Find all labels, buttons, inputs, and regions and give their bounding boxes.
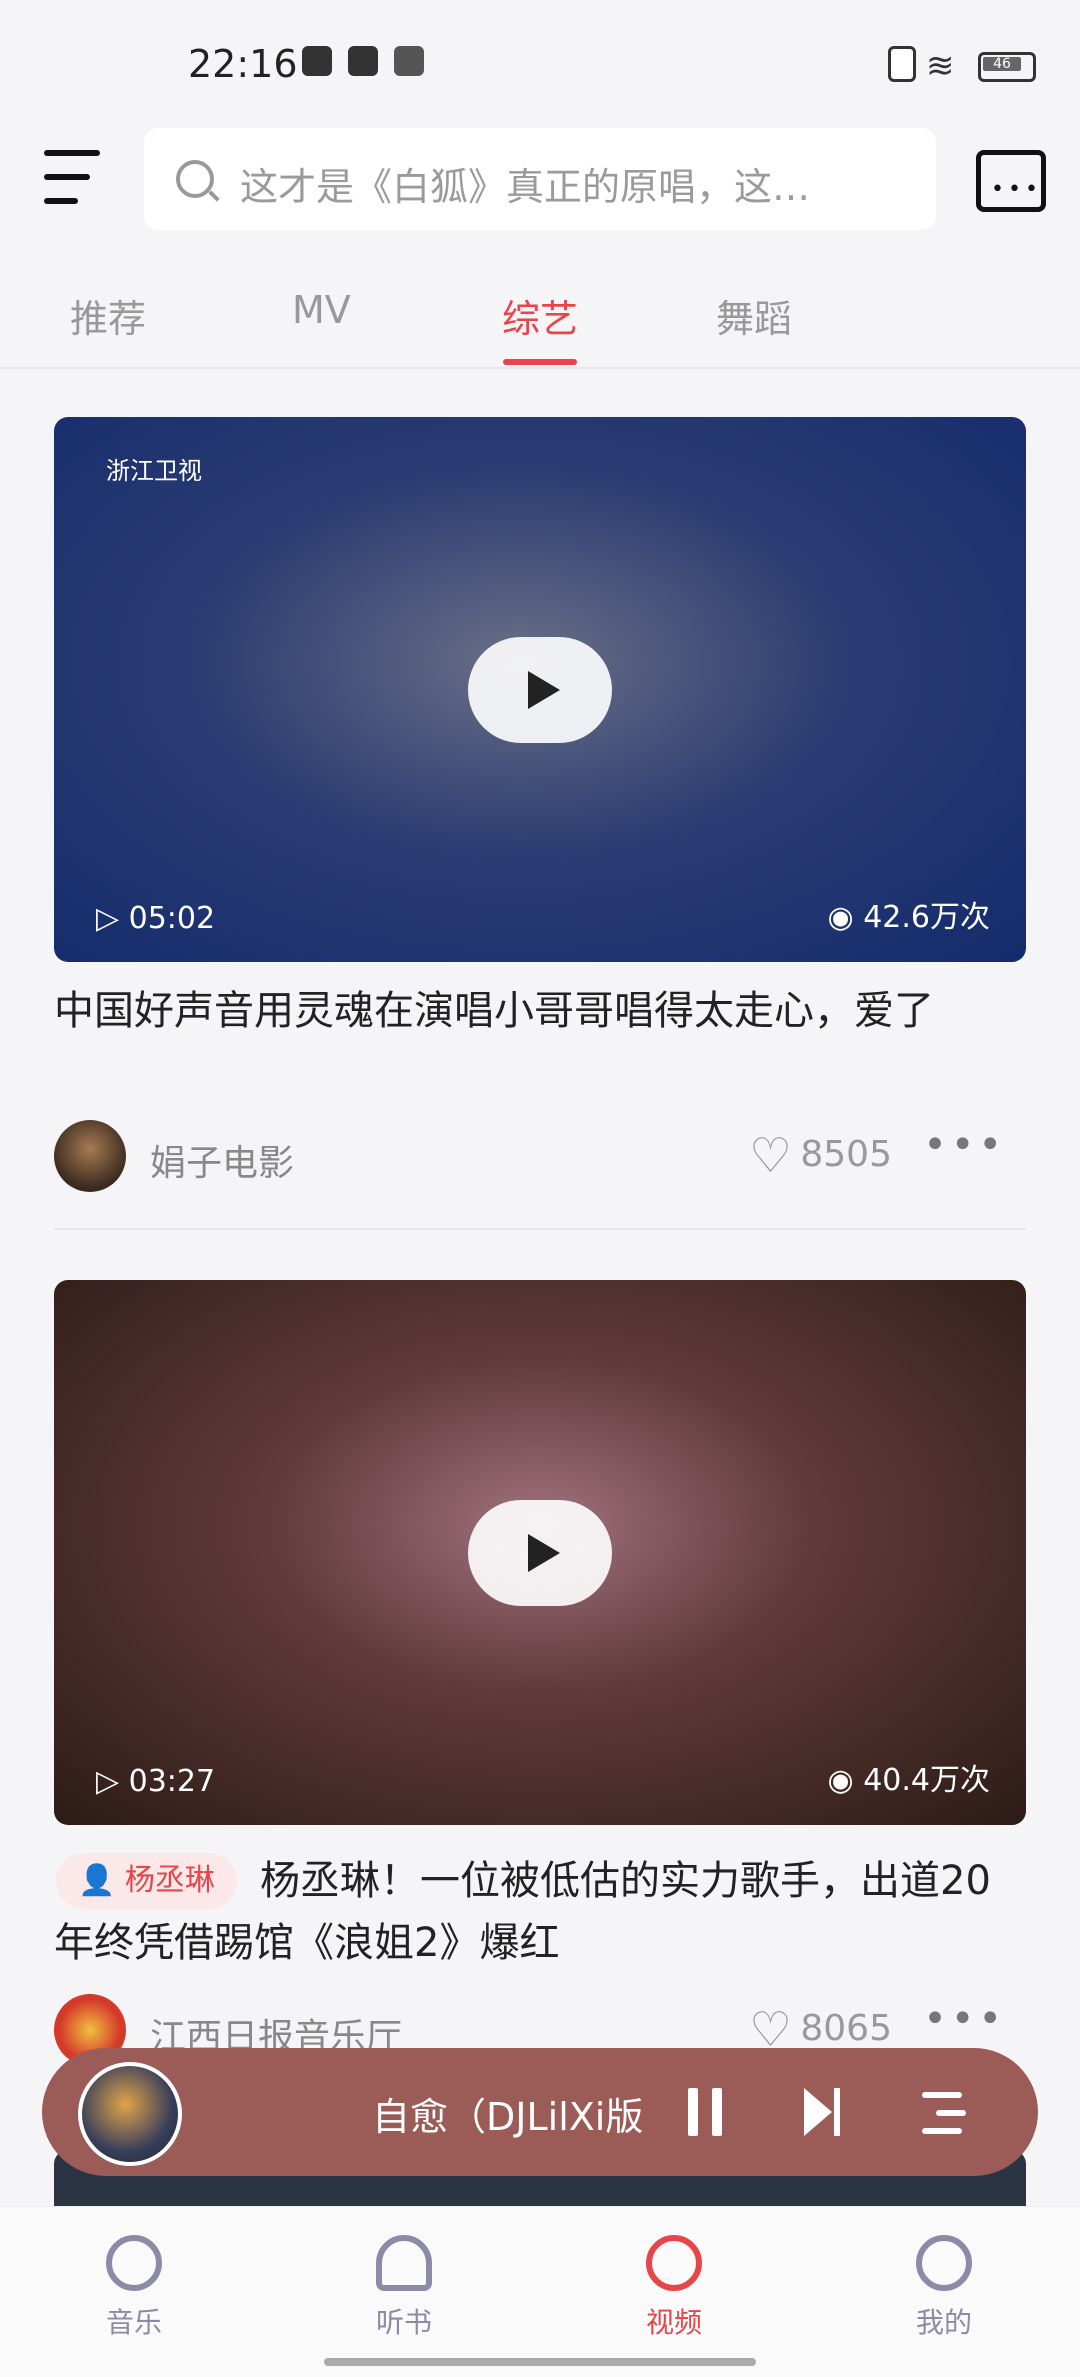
video-duration: 05:02 <box>96 901 215 936</box>
search-placeholder: 这才是《白狐》真正的原唱，这… <box>240 165 811 209</box>
search-bar[interactable]: 这才是《白狐》真正的原唱，这… <box>144 128 936 230</box>
tabs-divider <box>0 367 1080 369</box>
video-title[interactable]: 中国好声音用灵魂在演唱小哥哥唱得太走心，爱了 <box>54 980 1026 1042</box>
like-count: 8505 <box>800 1134 892 1175</box>
tab-dance[interactable]: 舞蹈 <box>716 288 792 343</box>
video-duration: 03:27 <box>96 1764 215 1799</box>
status-bar: 22:16 ≋ 46 <box>0 0 1080 130</box>
search-icon <box>176 160 214 198</box>
nav-mine[interactable]: 我的 <box>844 2235 1044 2341</box>
card-divider <box>54 1228 1026 1230</box>
view-count: 40.4万次 <box>827 1755 990 1799</box>
status-time: 22:16 <box>188 42 298 86</box>
pause-button[interactable] <box>688 2088 724 2136</box>
folder-icon[interactable]: ••• <box>976 150 1046 212</box>
tab-recommend[interactable]: 推荐 <box>70 288 146 343</box>
author-row: 娟子电影 ♡ 8505 ••• <box>54 1116 1026 1196</box>
video-play-icon <box>646 2235 702 2291</box>
music-notification-icon <box>302 46 332 76</box>
video-thumbnail[interactable]: 03:27 40.4万次 <box>54 1280 1026 1825</box>
nav-music[interactable]: 音乐 <box>34 2235 234 2341</box>
link-notification-icon <box>394 46 424 76</box>
home-indicator[interactable] <box>324 2358 756 2366</box>
more-options-icon[interactable]: ••• <box>923 1996 1006 2042</box>
author-name[interactable]: 娟子电影 <box>150 1134 294 1186</box>
album-art[interactable] <box>78 2062 182 2166</box>
mail-notification-icon <box>348 46 378 76</box>
more-options-icon[interactable]: ••• <box>923 1122 1006 1168</box>
mini-player[interactable]: 自愈（DJLilXi版 <box>42 2048 1038 2176</box>
sim-icon <box>888 46 916 82</box>
wifi-icon: ≋ <box>926 46 955 86</box>
heart-icon[interactable]: ♡ <box>749 1128 792 1184</box>
battery-level: 46 <box>983 57 1021 71</box>
nav-music-label: 音乐 <box>105 2306 162 2339</box>
music-disc-icon <box>106 2235 162 2291</box>
nav-video[interactable]: 视频 <box>574 2235 774 2341</box>
like-count: 8065 <box>800 2008 892 2049</box>
view-count: 42.6万次 <box>827 892 990 936</box>
video-thumbnail[interactable]: 浙江卫视 05:02 42.6万次 <box>54 417 1026 962</box>
headphones-icon <box>376 2235 432 2291</box>
playlist-icon[interactable] <box>922 2088 970 2136</box>
video-title[interactable]: 杨丞琳！一位被低估的实力歌手，出道20年终凭借踢馆《浪姐2》爆红 <box>54 1850 1026 1974</box>
play-button-icon[interactable] <box>468 637 612 743</box>
now-playing-title[interactable]: 自愈（DJLilXi版 <box>372 2086 643 2141</box>
avatar[interactable] <box>54 1120 126 1192</box>
nav-mine-label: 我的 <box>915 2306 972 2339</box>
nav-audiobook-label: 听书 <box>375 2306 432 2339</box>
battery-icon: 46 <box>978 52 1036 82</box>
channel-logo: 浙江卫视 <box>106 457 202 485</box>
nav-audiobook[interactable]: 听书 <box>304 2235 504 2341</box>
menu-icon[interactable] <box>40 150 104 210</box>
bottom-nav: 音乐 听书 视频 我的 <box>0 2206 1080 2377</box>
nav-video-label: 视频 <box>645 2306 702 2339</box>
profile-smile-icon <box>916 2235 972 2291</box>
active-tab-indicator <box>503 359 577 365</box>
tab-variety[interactable]: 综艺 <box>502 288 578 343</box>
next-track-icon[interactable] <box>804 2088 844 2136</box>
tab-mv[interactable]: MV <box>292 288 351 332</box>
play-button-icon[interactable] <box>468 1500 612 1606</box>
